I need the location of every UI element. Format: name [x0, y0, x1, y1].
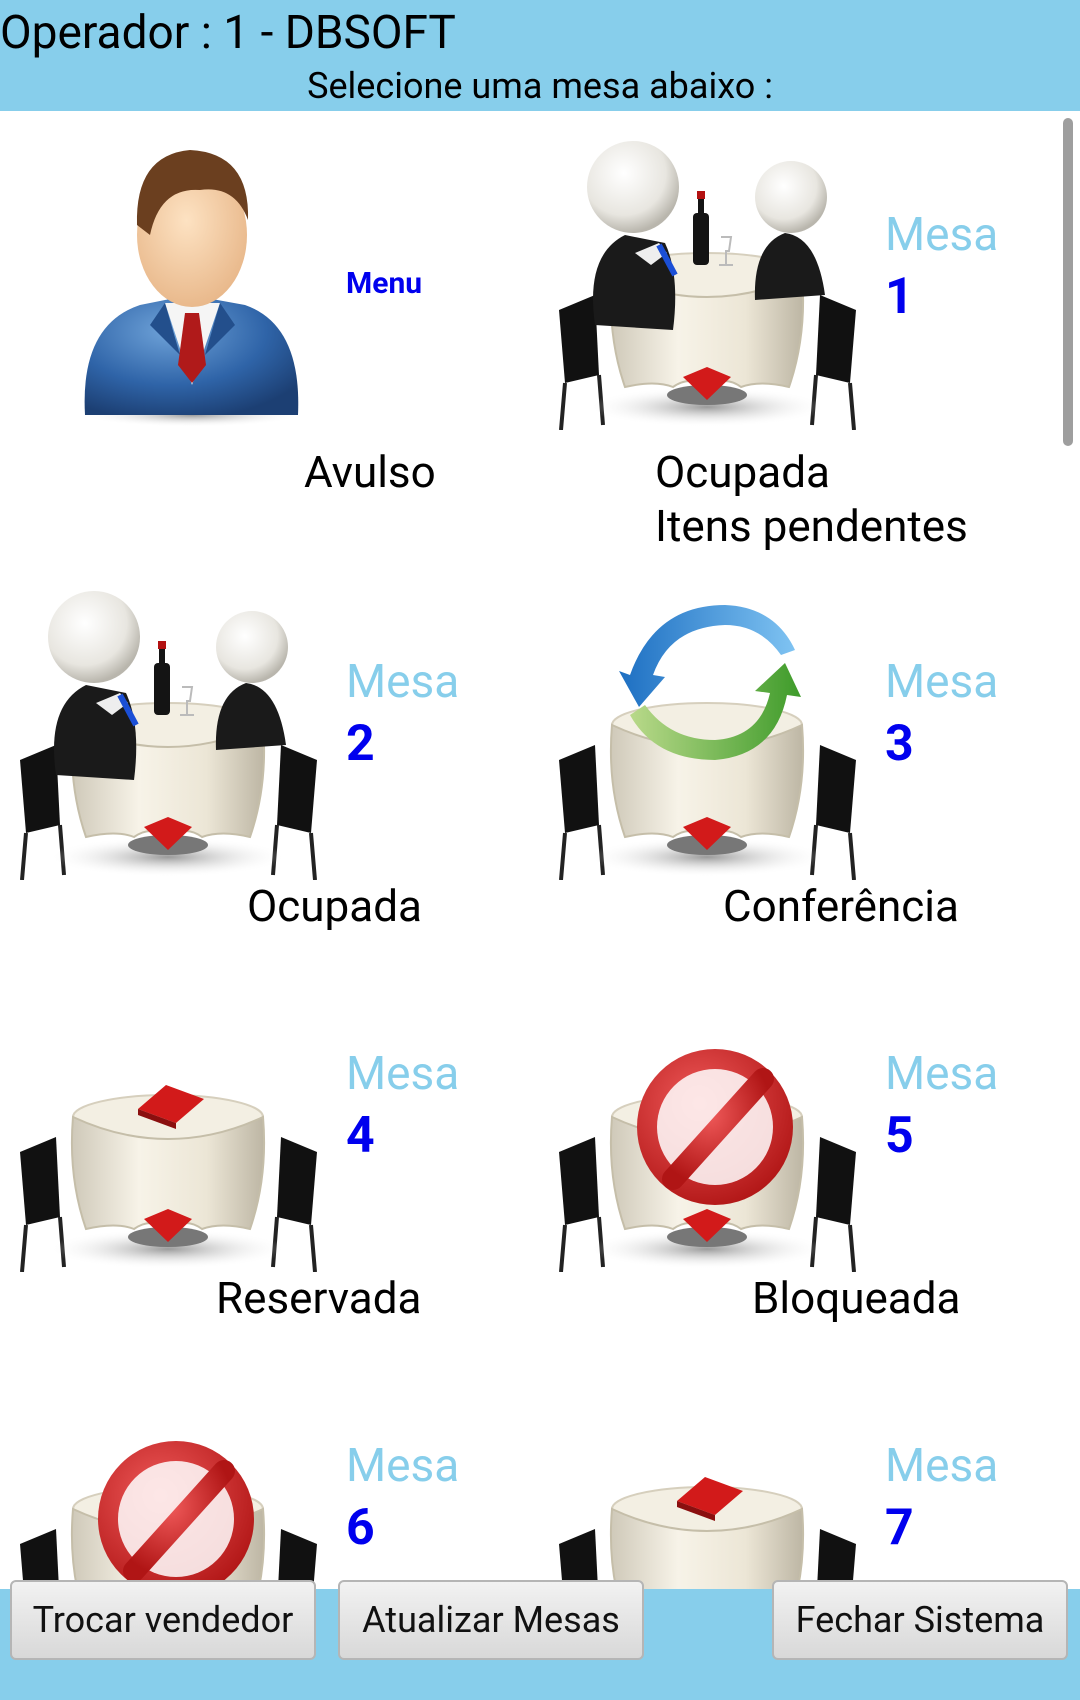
mesa-label: Mesa: [885, 655, 999, 709]
status-label: Bloqueada: [752, 1272, 961, 1324]
status-line-2: Itens pendentes: [655, 500, 968, 552]
instruction-label: Selecione uma mesa abaixo :: [307, 65, 773, 107]
status-label: Ocupada: [247, 880, 422, 932]
mesa-label: Mesa: [346, 1439, 460, 1493]
tile-mesa-5[interactable]: Mesa 5 Bloqueada: [540, 967, 1080, 1327]
tile-avulso[interactable]: Menu Avulso: [0, 125, 540, 545]
businessman-icon[interactable]: [40, 125, 345, 430]
tile-mesa-1[interactable]: Mesa 1 Ocupada Itens pendentes: [540, 125, 1080, 552]
status-label: Conferência: [723, 880, 959, 932]
tile-mesa-6[interactable]: Mesa 6: [0, 1359, 540, 1589]
mesa-label: Mesa: [885, 208, 999, 262]
mesa-number: 5: [885, 1107, 914, 1165]
table-occupied-icon[interactable]: [555, 125, 860, 430]
table-refresh-icon[interactable]: [555, 575, 860, 880]
mesa-label: Mesa: [346, 655, 460, 709]
mesa-label: Mesa: [346, 1047, 460, 1101]
table-blocked-icon[interactable]: [16, 1359, 321, 1589]
mesa-label: Mesa: [885, 1439, 999, 1493]
header-bar: Operador : 1 - DBSOFT Selecione uma mesa…: [0, 0, 1080, 111]
table-reserved-icon[interactable]: [16, 967, 321, 1272]
status-line-1: Ocupada: [655, 446, 830, 498]
tile-mesa-2[interactable]: Mesa 2 Ocupada: [0, 575, 540, 935]
tables-grid[interactable]: Menu Avulso Mesa 1 Ocupada Itens pendent…: [0, 111, 1080, 1589]
status-label: Reservada: [216, 1272, 422, 1324]
mesa-number: 2: [346, 715, 375, 773]
mesa-number: 6: [346, 1499, 375, 1557]
mesa-number: 3: [885, 715, 914, 773]
mesa-label: Mesa: [885, 1047, 999, 1101]
mesa-number: 4: [346, 1107, 375, 1165]
tile-mesa-4[interactable]: Mesa 4 Reservada: [0, 967, 540, 1327]
table-occupied-icon[interactable]: [16, 575, 321, 880]
table-reserved-icon[interactable]: [555, 1359, 860, 1589]
menu-label: Menu: [346, 266, 423, 301]
operator-label: Operador : 1 - DBSOFT: [0, 6, 456, 60]
atualizar-mesas-button[interactable]: Atualizar Mesas: [338, 1580, 644, 1660]
tile-mesa-7[interactable]: Mesa 7: [540, 1359, 1080, 1589]
mesa-number: 1: [885, 268, 914, 326]
tile-mesa-3[interactable]: Mesa 3 Conferência: [540, 575, 1080, 935]
status-avulso: Avulso: [304, 446, 436, 498]
scrollbar[interactable]: [1063, 118, 1073, 446]
trocar-vendedor-button[interactable]: Trocar vendedor: [10, 1580, 316, 1660]
mesa-number: 7: [885, 1499, 914, 1557]
fechar-sistema-button[interactable]: Fechar Sistema: [772, 1580, 1068, 1660]
table-blocked-icon[interactable]: [555, 967, 860, 1272]
